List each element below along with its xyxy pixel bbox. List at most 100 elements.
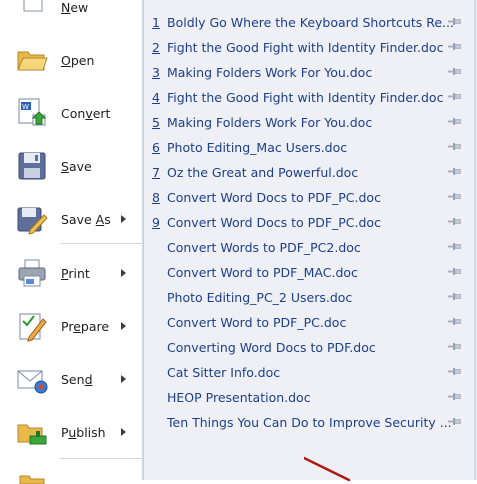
pin-icon[interactable] <box>448 217 461 226</box>
recent-documents-panel: 1 Boldly Go Where the Keyboard Shortcuts … <box>143 0 477 482</box>
menu-item-send[interactable]: Send <box>0 354 142 404</box>
menu-label-print: Print <box>61 265 90 281</box>
recent-document-name: Convert Word to PDF_PC.doc <box>167 314 347 330</box>
recent-document-item[interactable]: Ten Things You Can Do to Improve Securit… <box>152 410 470 434</box>
pin-icon[interactable] <box>448 67 461 76</box>
recent-document-item[interactable]: Cat Sitter Info.doc <box>152 360 470 384</box>
pin-icon[interactable] <box>448 267 461 276</box>
pin-icon[interactable] <box>448 17 461 26</box>
recent-document-name: Convert Word Docs to PDF_PC.doc <box>167 189 381 205</box>
recent-document-name: Convert Words to PDF_PC2.doc <box>167 239 361 255</box>
recent-document-number: 6 <box>152 139 160 155</box>
send-mail-icon <box>17 370 48 394</box>
floppy-disk-icon <box>18 152 46 180</box>
recent-document-number: 8 <box>152 189 160 205</box>
recent-document-number: 2 <box>152 39 160 55</box>
pin-icon[interactable] <box>448 392 461 401</box>
menu-item-save[interactable]: Save <box>0 141 142 191</box>
recent-document-item[interactable]: 4 Fight the Good Fight with Identity Find… <box>152 85 470 109</box>
submenu-arrow-icon <box>121 269 126 277</box>
new-document-icon <box>23 0 43 12</box>
recent-document-item[interactable]: 7 Oz the Great and Powerful.doc <box>152 160 470 184</box>
annotation-arrow <box>304 456 351 482</box>
printer-icon <box>18 259 46 287</box>
recent-document-name: Making Folders Work For You.doc <box>167 64 373 80</box>
recent-document-name: Making Folders Work For You.doc <box>167 114 373 130</box>
menu-item-print[interactable]: Print <box>0 248 142 298</box>
recent-document-item[interactable]: 6 Photo Editing_Mac Users.doc <box>152 135 470 159</box>
recent-document-number: 7 <box>152 164 160 180</box>
recent-document-number: 4 <box>152 89 160 105</box>
menu-item-publish[interactable]: Publish <box>0 407 142 457</box>
recent-document-name: Fight the Good Fight with Identity Finde… <box>167 89 444 105</box>
recent-document-name: Convert Word to PDF_MAC.doc <box>167 264 358 280</box>
recent-document-item[interactable]: Photo Editing_PC_2 Users.doc <box>152 285 470 309</box>
office-menu-commands: New Open W Convert Save Save As Print Pr… <box>0 0 143 484</box>
recent-document-name: Photo Editing_PC_2 Users.doc <box>167 289 353 305</box>
pin-icon[interactable] <box>448 242 461 251</box>
prepare-document-icon <box>19 313 47 342</box>
recent-document-name: Cat Sitter Info.doc <box>167 364 281 380</box>
recent-document-item[interactable]: 1 Boldly Go Where the Keyboard Shortcuts … <box>152 10 470 34</box>
menu-label-new: New <box>61 0 89 15</box>
menu-label-prepare: Prepare <box>61 318 110 334</box>
recent-document-name: Converting Word Docs to PDF.doc <box>167 339 376 355</box>
menu-label-save: Save <box>61 158 92 174</box>
pin-icon[interactable] <box>448 142 461 151</box>
recent-document-number: 5 <box>152 114 160 130</box>
close-folder-icon <box>19 475 45 484</box>
submenu-arrow-icon <box>121 375 126 383</box>
recent-document-item[interactable]: 2 Fight the Good Fight with Identity Find… <box>152 35 470 59</box>
menu-label-convert: Convert <box>61 105 111 121</box>
menu-item-convert[interactable]: W Convert <box>0 88 142 138</box>
svg-text:W: W <box>22 103 29 111</box>
pin-icon[interactable] <box>448 417 461 426</box>
pin-icon[interactable] <box>448 42 461 51</box>
pin-icon[interactable] <box>448 92 461 101</box>
pin-icon[interactable] <box>448 292 461 301</box>
pin-icon[interactable] <box>448 342 461 351</box>
recent-document-item[interactable]: Convert Words to PDF_PC2.doc <box>152 235 470 259</box>
pin-icon[interactable] <box>448 117 461 126</box>
recent-document-item[interactable]: Converting Word Docs to PDF.doc <box>152 335 470 359</box>
menu-separator <box>60 243 142 244</box>
recent-document-item[interactable]: 8 Convert Word Docs to PDF_PC.doc <box>152 185 470 209</box>
pin-icon[interactable] <box>448 367 461 376</box>
menu-item-save-as[interactable]: Save As <box>0 194 142 244</box>
folder-open-icon <box>17 51 48 71</box>
recent-document-item[interactable]: 3 Making Folders Work For You.doc <box>152 60 470 84</box>
recent-document-name: Boldly Go Where the Keyboard Shortcuts R… <box>167 14 454 30</box>
submenu-arrow-icon <box>121 322 126 330</box>
save-as-icon <box>17 207 48 235</box>
recent-document-name: Oz the Great and Powerful.doc <box>167 164 359 180</box>
recent-document-name: Convert Word Docs to PDF_PC.doc <box>167 214 381 230</box>
submenu-arrow-icon <box>121 428 126 436</box>
recent-document-name: Fight the Good Fight with Identity Finde… <box>167 39 444 55</box>
pin-icon[interactable] <box>448 192 461 201</box>
recent-document-item[interactable]: Convert Word to PDF_MAC.doc <box>152 260 470 284</box>
recent-document-name: Photo Editing_Mac Users.doc <box>167 139 348 155</box>
menu-item-new[interactable]: New <box>0 0 142 32</box>
menu-label-new-rest: ew <box>70 0 89 15</box>
recent-document-item[interactable]: 9 Convert Word Docs to PDF_PC.doc <box>152 210 470 234</box>
recent-document-item[interactable]: HEOP Presentation.doc <box>152 385 470 409</box>
recent-document-item[interactable]: Convert Word to PDF_PC.doc <box>152 310 470 334</box>
recent-document-number: 9 <box>152 214 160 230</box>
recent-document-name: Ten Things You Can Do to Improve Securit… <box>167 414 452 430</box>
menu-label-send: Send <box>61 371 93 387</box>
submenu-arrow-icon <box>121 215 126 223</box>
recent-document-number: 1 <box>152 14 160 30</box>
menu-label-open: Open <box>61 52 95 68</box>
pin-icon[interactable] <box>448 317 461 326</box>
menu-separator <box>60 458 142 459</box>
recent-document-name: HEOP Presentation.doc <box>167 389 311 405</box>
menu-item-open[interactable]: Open <box>0 35 142 85</box>
pin-icon[interactable] <box>448 167 461 176</box>
menu-label-publish: Publish <box>61 424 106 440</box>
publish-folder-icon <box>17 424 47 445</box>
convert-document-icon: W <box>18 98 47 126</box>
menu-item-prepare[interactable]: Prepare <box>0 301 142 351</box>
menu-label-save-as: Save As <box>61 211 111 227</box>
recent-document-number: 3 <box>152 64 160 80</box>
recent-document-item[interactable]: 5 Making Folders Work For You.doc <box>152 110 470 134</box>
